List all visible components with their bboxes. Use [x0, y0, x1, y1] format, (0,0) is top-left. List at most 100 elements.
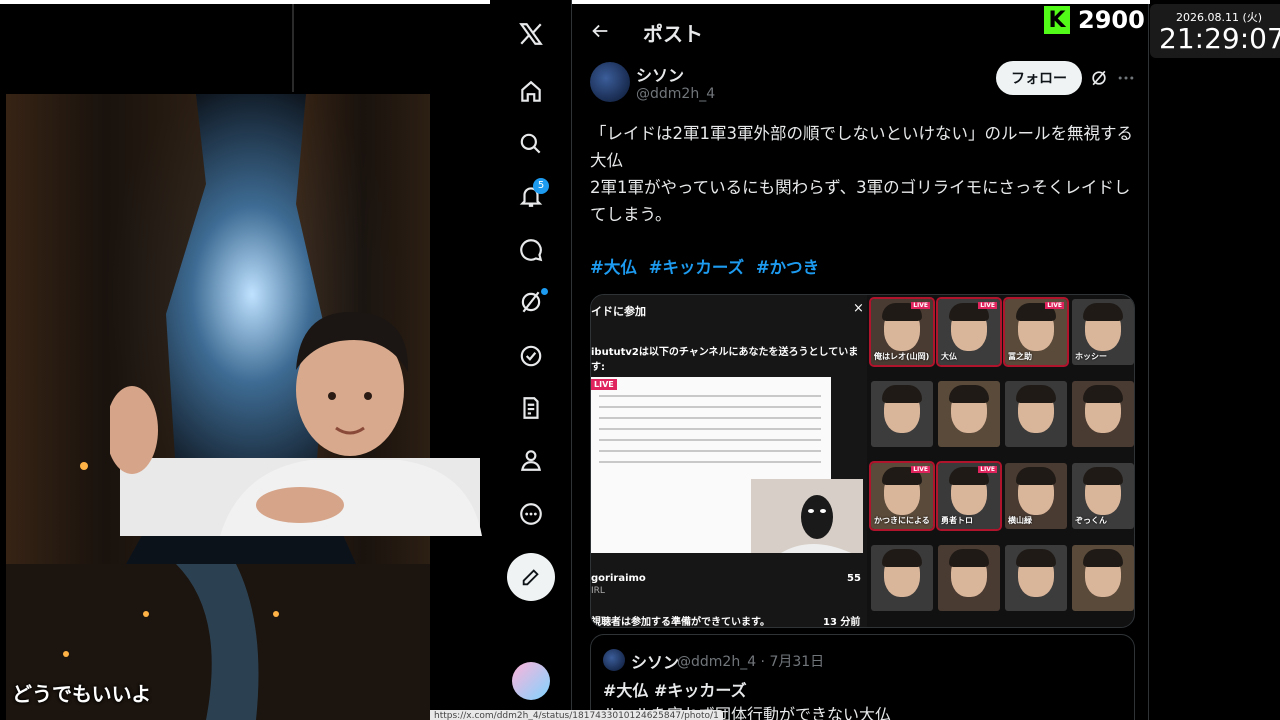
streamer-name: 俺はレオ(山岡) — [874, 352, 930, 361]
quoted-post[interactable]: シソン @ddm2h_4 · 7月31日 #大仏 #キッカーズ ルールを守れず団… — [590, 634, 1135, 720]
divider — [292, 0, 294, 92]
quote-author-name: シソン — [631, 653, 680, 672]
x-sidebar-nav: 5 — [490, 0, 572, 720]
streamer-tile — [871, 381, 933, 447]
home-icon[interactable] — [511, 72, 551, 112]
streamer-tile: 横山緑 — [1005, 463, 1067, 529]
messages-icon[interactable] — [511, 230, 551, 270]
raid-title: イドに参加 — [591, 305, 646, 318]
profile-icon[interactable] — [511, 440, 551, 480]
channel-category: IRL — [591, 586, 605, 596]
streamer-hair — [1016, 385, 1056, 403]
grok-icon[interactable] — [511, 282, 551, 322]
live-badge: LIVE — [591, 379, 617, 390]
hashtag-link[interactable]: #キッカーズ — [649, 258, 745, 277]
streamer-hair — [882, 385, 922, 403]
hashtag-link[interactable]: #大仏 — [590, 258, 637, 277]
hashtag-list: #大仏 #キッカーズ #かつき — [590, 254, 825, 278]
grok-dot — [541, 288, 548, 295]
account-avatar[interactable] — [512, 662, 550, 700]
post-text-line: 「レイドは2軍1軍3軍外部の順でしないといけない」のルールを無視する — [590, 124, 1133, 143]
page-title: ポスト — [643, 22, 703, 46]
quote-hashtags: #大仏 #キッカーズ — [603, 681, 747, 700]
viewer-counter: K 2900 — [1044, 4, 1145, 36]
back-arrow-icon[interactable] — [589, 20, 611, 42]
post-image[interactable]: イドに参加 × ibututv2は以下のチャンネルにあなたを送ろうとしています:… — [590, 294, 1135, 628]
raid-ready-text: 視聴者は参加する準備ができています。 — [591, 617, 770, 628]
more-icon[interactable] — [1116, 68, 1136, 88]
masked-streamer-preview — [751, 479, 863, 553]
follow-button[interactable]: フォロー — [996, 61, 1082, 95]
author-name[interactable]: シソン — [636, 62, 684, 86]
stream-caption: どうでもいいよ — [12, 682, 152, 706]
counter-value: 2900 — [1078, 6, 1145, 34]
hashtag-link[interactable]: #かつき — [756, 258, 819, 277]
close-icon: × — [853, 301, 864, 316]
search-icon[interactable] — [511, 124, 551, 164]
tile-live-badge: LIVE — [911, 302, 930, 309]
quote-handle-date: @ddm2h_4 · 7月31日 — [677, 654, 825, 670]
streamer-hair — [1016, 467, 1056, 485]
notifications-icon[interactable]: 5 — [511, 176, 551, 216]
streamer-name: ホッシー — [1075, 352, 1107, 361]
post-text-line: てしまう。 — [590, 205, 672, 224]
kick-logo-icon: K — [1044, 6, 1070, 34]
tile-live-badge: LIVE — [911, 466, 930, 473]
post-text: 「レイドは2軍1軍3軍外部の順でしないといけない」のルールを無視する 大仏 2軍… — [590, 120, 1140, 228]
clock-time: 21:29:07 — [1159, 22, 1280, 55]
post-column: ポスト シソン @ddm2h_4 フォロー 「レイドは2軍1軍3軍外部の順でしな… — [573, 4, 1149, 720]
tile-live-badge: LIVE — [978, 466, 997, 473]
streamer-tile: LIVE 大仏 — [936, 297, 1002, 367]
streamer-tile: ぞっくん — [1072, 463, 1134, 529]
compose-button[interactable] — [507, 553, 555, 601]
more-options-icon[interactable] — [511, 494, 551, 534]
streamer-tile: ホッシー — [1072, 299, 1134, 365]
streamer-tile — [871, 545, 933, 611]
streamer-name: 大仏 — [941, 352, 957, 361]
streamer-tile — [1005, 381, 1067, 447]
streamer-hair — [882, 549, 922, 567]
streamer-name: かつきにによる — [874, 516, 930, 525]
streamer-grid: LIVE 俺はレオ(山岡) LIVE 大仏 LIVE 冨之助 ホッシー LIVE かつきにによる… — [869, 297, 1134, 627]
streamer-tile — [1072, 381, 1134, 447]
streamer-hair — [1083, 385, 1123, 403]
streamer-hair — [1083, 549, 1123, 567]
grok-icon[interactable] — [1089, 68, 1109, 88]
notification-badge: 5 — [533, 178, 549, 194]
streamer-name: ぞっくん — [1075, 516, 1107, 525]
streamer-name: 横山緑 — [1008, 516, 1032, 525]
author-avatar[interactable] — [590, 62, 630, 102]
link-status-bar: https://x.com/ddm2h_4/status/18174330101… — [430, 710, 723, 720]
verified-icon[interactable] — [511, 336, 551, 376]
streamer-tile: LIVE 冨之助 — [1003, 297, 1069, 367]
viewer-count: 55 — [847, 573, 861, 584]
channel-name: goriraimo — [591, 573, 646, 584]
x-logo-icon[interactable] — [511, 14, 551, 54]
compose-icon — [522, 569, 539, 586]
streamer-hair — [1083, 467, 1123, 485]
streamer-hair — [949, 549, 989, 567]
lists-icon[interactable] — [511, 388, 551, 428]
quote-avatar — [603, 649, 625, 671]
streamer-tile: LIVE かつきにによる — [869, 461, 935, 531]
post-text-line: 2軍1軍がやっているにも関わらず、3軍のゴリライモにさっそくレイドし — [590, 178, 1131, 197]
tile-live-badge: LIVE — [978, 302, 997, 309]
streamer-tile: LIVE 勇者トロ — [936, 461, 1002, 531]
streamer-tile — [1005, 545, 1067, 611]
post-text-line: 大仏 — [590, 151, 623, 170]
clock-overlay: 2026.08.11 (火) 21:29:07 — [1150, 4, 1280, 58]
streamer-hair — [1083, 303, 1123, 321]
streamer-tile — [938, 381, 1000, 447]
author-handle[interactable]: @ddm2h_4 — [636, 86, 715, 102]
raid-subtitle: ibututv2は以下のチャンネルにあなたを送ろうとしています: — [591, 347, 859, 373]
streamer-tile: LIVE 俺はレオ(山岡) — [869, 297, 935, 367]
streamer-tile — [1072, 545, 1134, 611]
streamer-name: 勇者トロ — [941, 516, 973, 525]
raid-time: 13 分前開 — [823, 617, 861, 628]
raid-dialog-screenshot: イドに参加 × ibututv2は以下のチャンネルにあなたを送ろうとしています:… — [591, 295, 867, 628]
streamer-hair — [1016, 549, 1056, 567]
streamer-hair — [949, 385, 989, 403]
stream-area: どうでもいいよ — [0, 0, 482, 720]
tile-live-badge: LIVE — [1045, 302, 1064, 309]
streamer-webcam — [110, 300, 482, 536]
